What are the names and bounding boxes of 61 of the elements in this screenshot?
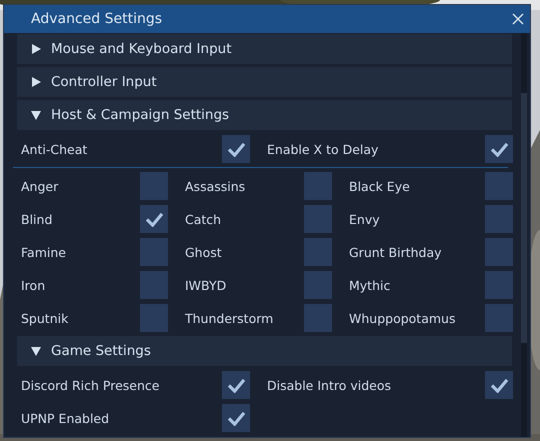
- option-label: Assassins: [185, 178, 246, 194]
- option-label: Catch: [185, 212, 222, 226]
- checkbox[interactable]: [140, 205, 168, 233]
- window-title: Advanced Settings: [31, 11, 162, 27]
- check-icon: [144, 212, 164, 226]
- checkbox[interactable]: [140, 238, 168, 266]
- option-label: Envy: [349, 212, 380, 226]
- check-icon: [226, 410, 246, 426]
- checkbox[interactable]: [485, 205, 513, 233]
- option-label: Anti-Cheat: [21, 142, 88, 156]
- option-label: Anger: [21, 178, 58, 194]
- checkbox[interactable]: [140, 172, 168, 200]
- checkbox[interactable]: [304, 238, 332, 266]
- option-label: Grunt Birthday: [349, 244, 442, 260]
- checkbox[interactable]: [304, 271, 332, 299]
- section-title: Controller Input: [51, 74, 157, 90]
- triangle-right-icon: [31, 44, 41, 54]
- checkbox[interactable]: [485, 135, 513, 163]
- checkbox[interactable]: [485, 371, 513, 399]
- option-label: Whuppopotamus: [349, 310, 456, 326]
- check-icon: [490, 378, 508, 392]
- option-label: Blind: [21, 212, 52, 226]
- checkbox[interactable]: [222, 404, 250, 432]
- option-label: Iron: [21, 278, 46, 292]
- option-label: Enable X to Delay: [267, 142, 378, 156]
- checkbox[interactable]: [304, 205, 332, 233]
- option-label: UPNP Enabled: [21, 410, 110, 426]
- section-header[interactable]: Controller Input: [17, 67, 512, 97]
- section-title: Host & Campaign Settings: [51, 107, 230, 123]
- checkbox[interactable]: [485, 238, 513, 266]
- option-label: IWBYD: [185, 278, 226, 292]
- checkbox[interactable]: [485, 172, 513, 200]
- scrollbar[interactable]: [521, 33, 527, 437]
- section-title: Mouse and Keyboard Input: [51, 41, 232, 57]
- checkbox[interactable]: [140, 271, 168, 299]
- checkbox[interactable]: [485, 271, 513, 299]
- triangle-right-icon: [31, 77, 41, 87]
- option-label: Sputnik: [21, 310, 68, 326]
- option-label: Discord Rich Presence: [21, 378, 160, 392]
- checkbox[interactable]: [304, 304, 332, 332]
- option-label: Thunderstorm: [185, 310, 274, 326]
- option-label: Mythic: [349, 278, 390, 292]
- option-label: Ghost: [185, 244, 222, 260]
- option-label: Disable Intro videos: [267, 378, 391, 392]
- option-label: Black Eye: [349, 178, 410, 194]
- close-icon[interactable]: [512, 13, 524, 25]
- check-icon: [226, 142, 246, 156]
- triangle-down-icon: [31, 110, 41, 120]
- section-title: Game Settings: [51, 343, 151, 359]
- section-header[interactable]: Mouse and Keyboard Input: [17, 34, 512, 64]
- section-header[interactable]: Game Settings: [17, 336, 512, 366]
- option-label: Famine: [21, 244, 66, 260]
- checkbox[interactable]: [140, 304, 168, 332]
- checkbox[interactable]: [485, 304, 513, 332]
- section-header[interactable]: Host & Campaign Settings: [17, 100, 512, 130]
- checkbox[interactable]: [304, 172, 332, 200]
- checkbox[interactable]: [222, 135, 250, 163]
- checkbox[interactable]: [222, 371, 250, 399]
- triangle-down-icon: [31, 346, 41, 356]
- check-icon: [226, 378, 246, 392]
- check-icon: [490, 142, 508, 156]
